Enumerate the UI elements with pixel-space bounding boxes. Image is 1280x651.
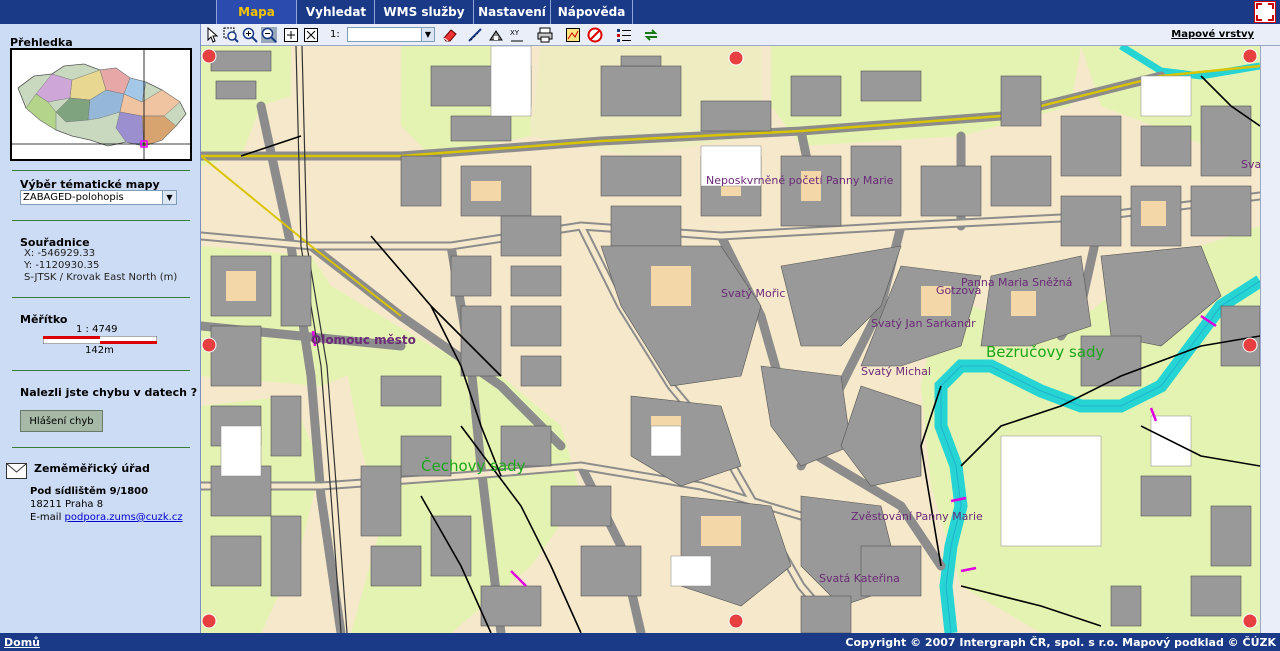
zoom-in-icon xyxy=(242,27,258,43)
xy-icon: XY xyxy=(510,29,523,42)
coordinate-y: Y: -1120930.35 xyxy=(24,260,100,271)
email-label: E-mail xyxy=(30,512,62,523)
pointer-icon xyxy=(207,26,219,43)
legend-map-button[interactable] xyxy=(565,27,581,43)
coordinate-x: X: -546929.33 xyxy=(24,248,96,259)
maximize-button[interactable] xyxy=(1254,1,1276,23)
zoom-in-button[interactable] xyxy=(242,27,258,43)
coordinate-system: S-JTSK / Krovak East North (m) xyxy=(24,272,178,283)
svg-text:XY: XY xyxy=(510,29,520,37)
legend-map-icon xyxy=(566,28,580,42)
xy-button[interactable]: XY xyxy=(509,27,525,43)
label-moric: Svatý Mořic xyxy=(721,287,785,300)
overview-map[interactable] xyxy=(10,48,192,161)
scale-select[interactable]: ▼ xyxy=(347,27,435,42)
list-icon xyxy=(617,29,631,42)
city-map: Olomouc město Neposkvrněné početí Panny … xyxy=(201,46,1260,633)
label-olomouc: Olomouc město xyxy=(311,333,416,347)
top-navigation-bar: Mapa Vyhledat WMS služby Nastavení Nápov… xyxy=(0,0,1280,24)
theme-map-select[interactable]: ZABAGED-polohopis ▼ xyxy=(20,190,177,205)
zoom-previous-icon xyxy=(304,28,318,42)
label-sva: Sva xyxy=(1241,158,1260,171)
map-toolbar: 1: ▼ XY Mapové vrstvy xyxy=(201,24,1280,46)
footer: Domů Copyright © 2007 Intergraph ČR, spo… xyxy=(0,633,1280,651)
stop-button[interactable] xyxy=(587,27,603,43)
zoom-previous-button[interactable] xyxy=(303,27,319,43)
info-icon xyxy=(489,30,503,41)
office-email-row: E-mail podpora.zums@cuzk.cz xyxy=(30,512,183,523)
zoom-out-icon xyxy=(261,27,277,43)
scale-ratio: 1 : 4749 xyxy=(76,324,118,335)
measure-button[interactable] xyxy=(467,27,483,43)
home-link[interactable]: Domů xyxy=(4,636,40,649)
divider xyxy=(12,220,190,221)
eraser-button[interactable] xyxy=(442,27,458,43)
tab-napoveda[interactable]: Nápověda xyxy=(551,0,633,24)
measure-icon xyxy=(468,28,482,42)
info-button[interactable] xyxy=(488,27,504,43)
divider xyxy=(12,447,190,448)
map-layers-link[interactable]: Mapové vrstvy xyxy=(1171,29,1254,40)
list-button[interactable] xyxy=(616,27,632,43)
office-title: Zeměměřický úřad xyxy=(34,462,150,475)
refresh-icon xyxy=(644,29,658,41)
pointer-tool-button[interactable] xyxy=(205,26,221,43)
maximize-icon xyxy=(1256,3,1274,21)
label-bezrucovy-sady: Bezručovy sady xyxy=(986,343,1105,361)
envelope-icon xyxy=(6,463,27,479)
scale-prefix: 1: xyxy=(330,29,340,40)
label-zvestovani: Zvěstování Panny Marie xyxy=(851,510,983,523)
office-street: Pod sídlištěm 9/1800 xyxy=(30,486,149,497)
label-cechovy-sady: Čechovy sady xyxy=(421,456,526,475)
stop-icon xyxy=(587,27,603,43)
error-report-question: Nalezli jste chybu v datech ? xyxy=(20,386,198,399)
theme-map-select-value: ZABAGED-polohopis xyxy=(23,192,124,203)
chevron-down-icon: ▼ xyxy=(421,28,434,41)
zoom-box-icon xyxy=(223,27,239,43)
divider xyxy=(12,297,190,298)
print-button[interactable] xyxy=(537,27,553,43)
zoom-full-icon xyxy=(284,28,298,42)
error-report-button[interactable]: Hlášení chyb xyxy=(20,410,103,432)
scale-title: Měřítko xyxy=(20,313,68,326)
scale-length: 142m xyxy=(85,345,114,356)
divider xyxy=(12,170,190,171)
label-neposkvrnene: Neposkvrněné početí Panny Marie xyxy=(706,174,894,187)
tab-vyhledat[interactable]: Vyhledat xyxy=(298,0,375,24)
refresh-button[interactable] xyxy=(643,27,659,43)
label-sarkandr: Svatý Jan Sarkandr xyxy=(871,317,976,330)
tab-mapa[interactable]: Mapa xyxy=(216,0,297,24)
map-scrollbar[interactable] xyxy=(1260,46,1280,633)
label-gotzova: Gotzova xyxy=(936,284,981,297)
tab-nastaveni[interactable]: Nastavení xyxy=(474,0,551,24)
tab-wms-sluzby[interactable]: WMS služby xyxy=(375,0,474,24)
sidebar: Přehledka Výběr tématické mapy ZABAGED-p… xyxy=(0,24,201,633)
office-city: 18211 Praha 8 xyxy=(30,499,104,510)
zoom-out-button[interactable] xyxy=(261,27,277,43)
divider xyxy=(12,370,190,371)
email-link[interactable]: podpora.zums@cuzk.cz xyxy=(65,512,183,523)
label-michal: Svatý Michal xyxy=(861,365,931,378)
copyright-text: Copyright © 2007 Intergraph ČR, spol. s … xyxy=(845,636,1276,649)
print-icon xyxy=(537,27,553,43)
map-canvas[interactable]: Olomouc město Neposkvrněné početí Panny … xyxy=(201,46,1260,633)
zoom-box-button[interactable] xyxy=(223,27,239,43)
zoom-full-button[interactable] xyxy=(283,27,299,43)
label-katerina: Svatá Kateřina xyxy=(819,572,900,585)
chevron-down-icon: ▼ xyxy=(162,191,176,204)
eraser-icon xyxy=(443,29,457,42)
scale-bar xyxy=(43,336,157,344)
